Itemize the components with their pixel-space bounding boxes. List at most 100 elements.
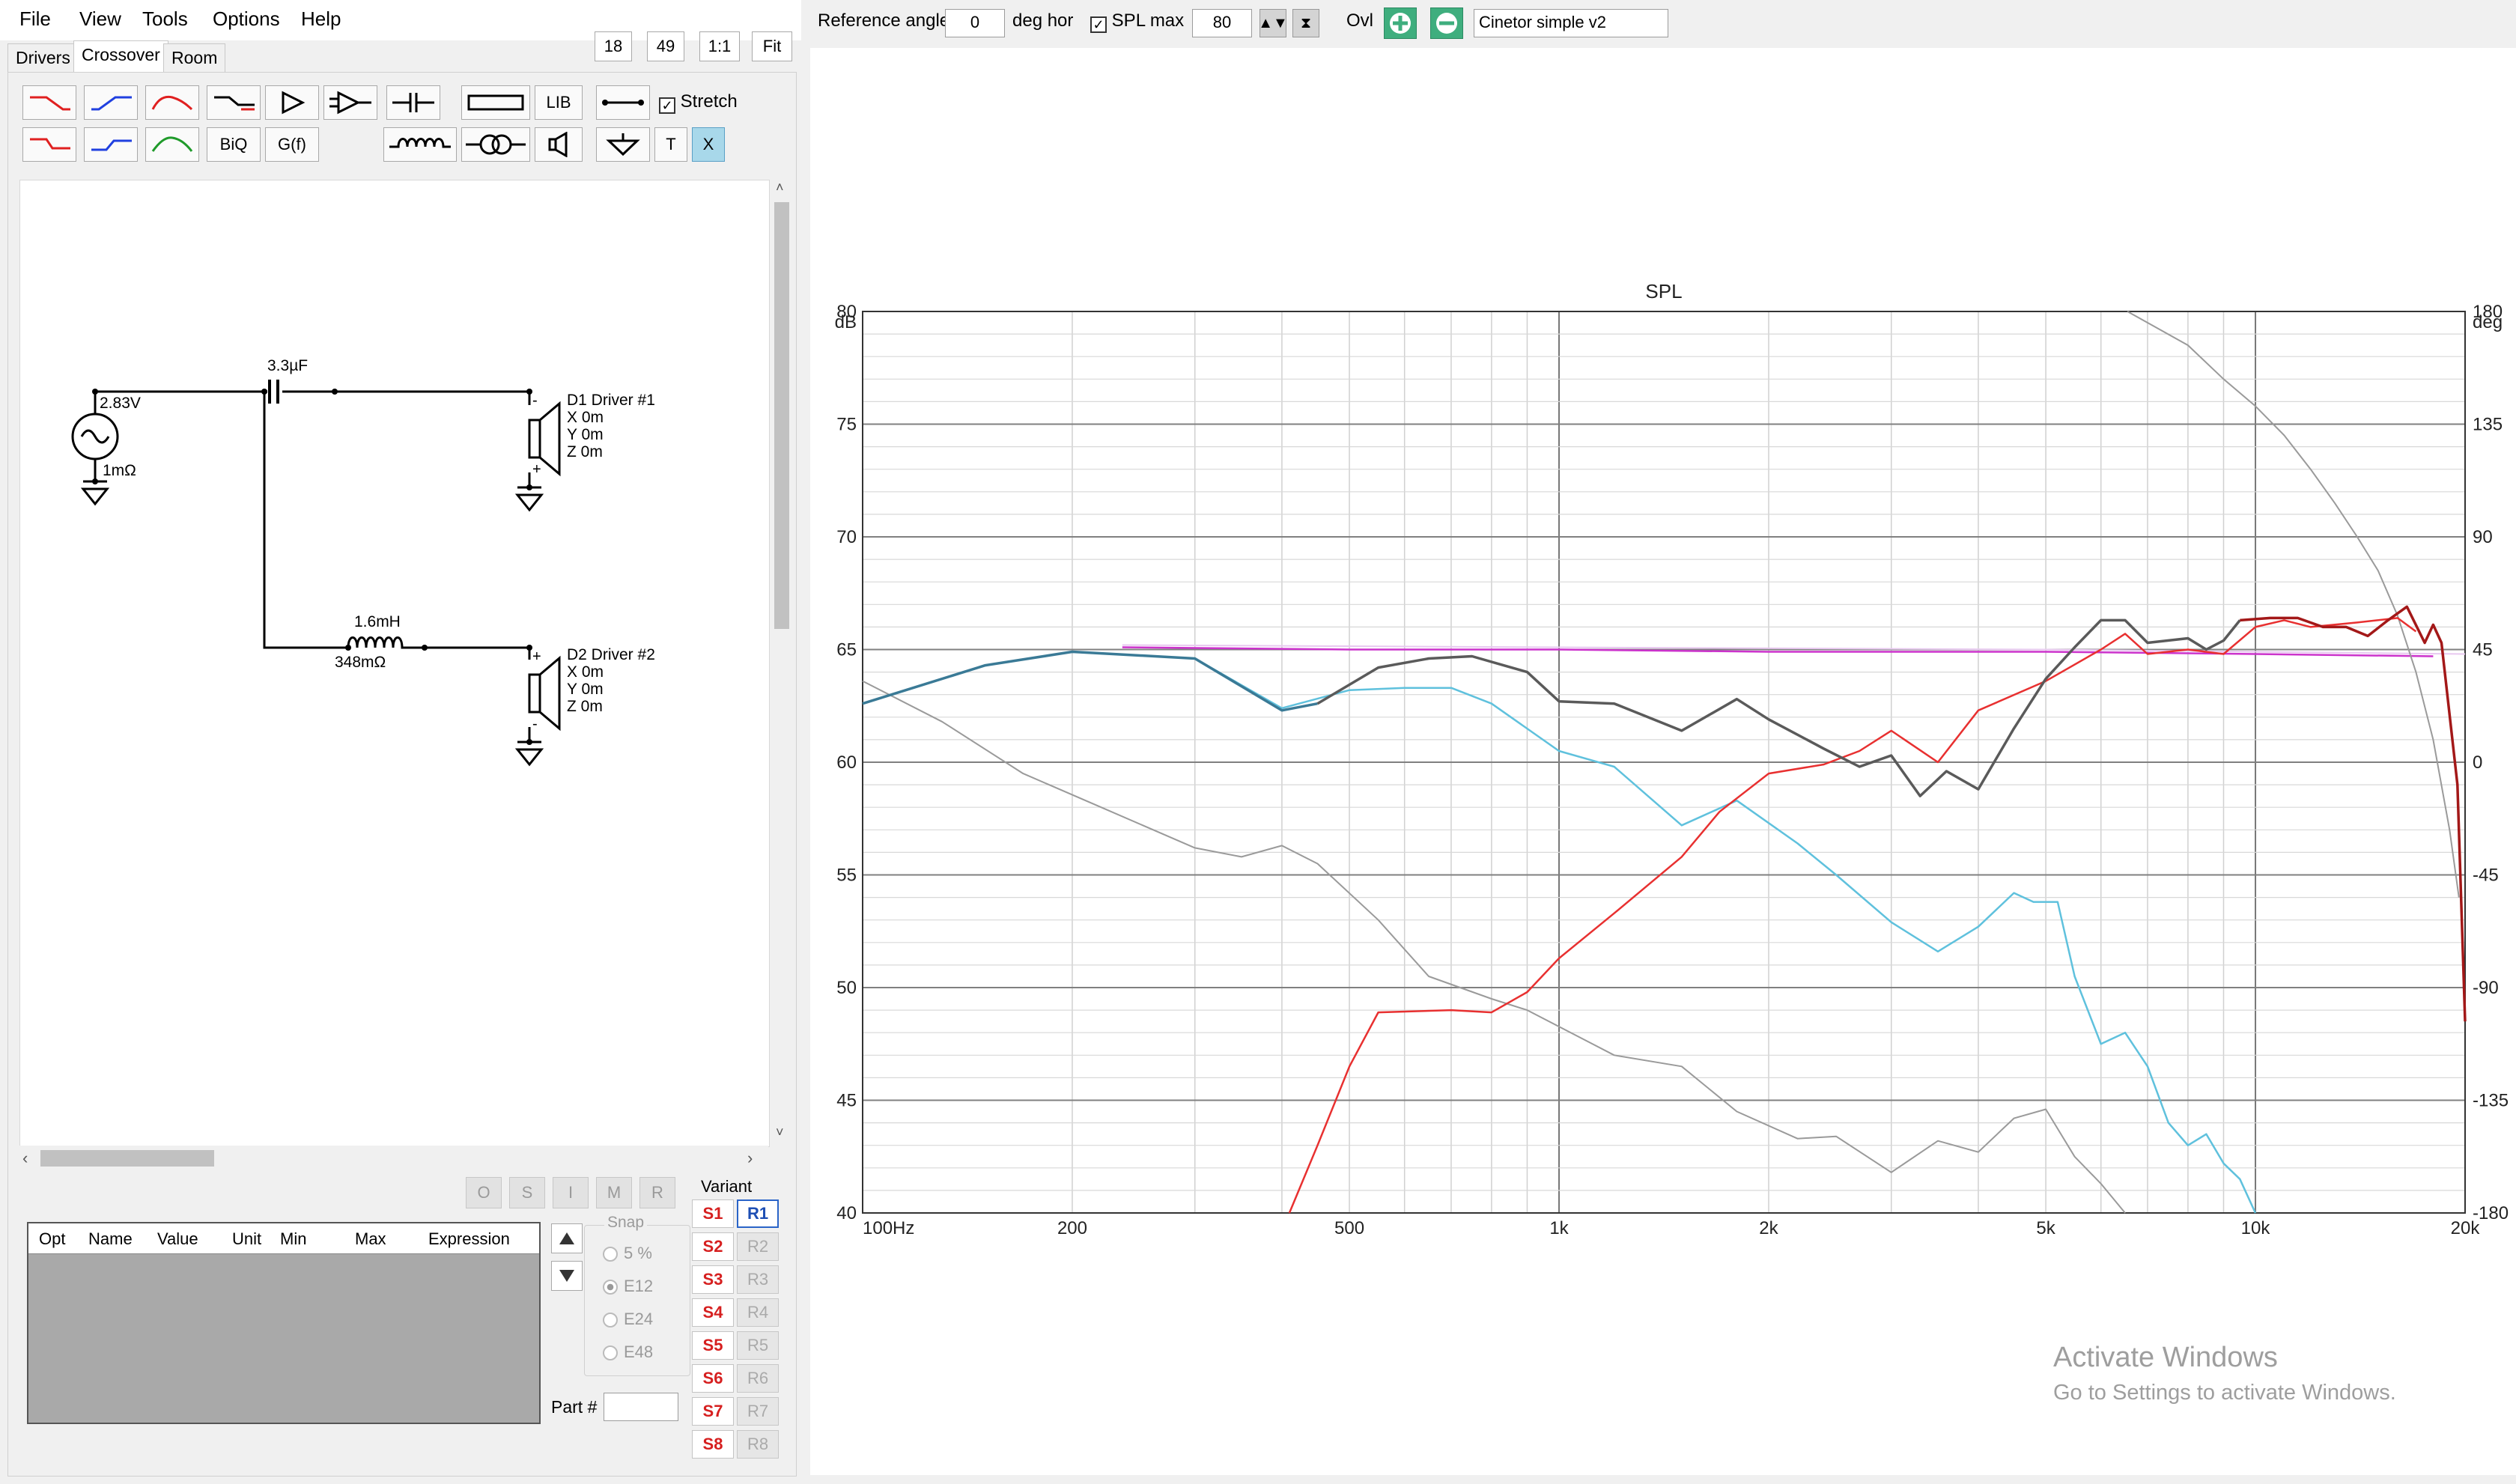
inductor-icon[interactable] (383, 127, 457, 162)
amplifier-icon[interactable] (265, 85, 319, 120)
driver1-x: X 0m (567, 409, 604, 426)
lib-button[interactable]: LIB (535, 85, 583, 120)
variant-r7[interactable]: R7 (737, 1397, 779, 1426)
bandpass-red-icon[interactable] (145, 85, 199, 120)
variant-r4[interactable]: R4 (737, 1298, 779, 1327)
watermark-subtitle: Go to Settings to activate Windows. (2053, 1381, 2396, 1405)
highpass-blue-icon[interactable] (84, 85, 138, 120)
driver2-name: D2 Driver #2 (567, 646, 655, 663)
part-number-input[interactable] (604, 1393, 678, 1421)
variant-r3[interactable]: R3 (737, 1265, 779, 1294)
inductor-value-label: 1.6mH (354, 613, 401, 630)
vertical-scroll-thumb[interactable] (774, 202, 789, 629)
remove-overlay-icon[interactable] (1430, 7, 1463, 39)
spin-updown-icon[interactable]: ▲▼ (1258, 9, 1288, 37)
project-name-input[interactable]: Cinetor simple v2 (1474, 9, 1668, 37)
horizontal-scrollbar[interactable]: ‹ › (19, 1146, 768, 1171)
capacitor-icon[interactable] (386, 85, 440, 120)
lowpass-red-2-icon[interactable] (22, 127, 76, 162)
check-icon: ✓ (1090, 16, 1107, 33)
variant-s4[interactable]: S4 (692, 1298, 734, 1327)
variant-s6[interactable]: S6 (692, 1364, 734, 1393)
lowpass-red-icon[interactable] (22, 85, 76, 120)
highpass-blue-2-icon[interactable] (84, 127, 138, 162)
spl-max-input[interactable]: 80 (1192, 9, 1252, 37)
driver1-label: D1 Driver #1 X 0m Y 0m Z 0m (567, 392, 655, 460)
y-right-tick-label: 90 (2473, 527, 2493, 547)
snap-e12-radio[interactable]: E12 (603, 1277, 653, 1296)
variant-s1[interactable]: S1 (692, 1199, 734, 1228)
shelf-black-icon[interactable] (207, 85, 261, 120)
variant-s7[interactable]: S7 (692, 1397, 734, 1426)
move-down-icon[interactable] (551, 1261, 583, 1291)
watermark-title: Activate Windows (2053, 1342, 2278, 1373)
x-button[interactable]: X (692, 127, 725, 162)
scroll-left-icon[interactable]: ‹ (22, 1149, 28, 1168)
menu-tools[interactable]: Tools (142, 7, 188, 31)
snap-e48-radio[interactable]: E48 (603, 1342, 653, 1362)
graph-area[interactable]: SPL 40 45 50 55 60 65 70 75 80 dB -180 -135 -90 -45 0 45… (810, 48, 2516, 1475)
menu-help[interactable]: Help (301, 7, 341, 31)
stretch-checkbox[interactable]: ✓ Stretch (659, 91, 738, 114)
tab-strip: Drivers Crossover Room (0, 40, 801, 73)
deg-hor-label: deg hor (1012, 10, 1074, 31)
fit-vertical-icon[interactable]: ⧗ (1292, 9, 1319, 37)
opt-s-button[interactable]: S (509, 1177, 545, 1208)
schematic-canvas[interactable]: - + + - 2.83V 1mΩ 3.3µF 1.6mH 348mΩ D1 D… (19, 180, 770, 1147)
y-tick-label: 75 (836, 415, 857, 435)
snap-e24-label: E24 (624, 1310, 654, 1328)
variant-s8[interactable]: S8 (692, 1430, 734, 1459)
radio-icon (603, 1345, 618, 1360)
biquad-button[interactable]: BiQ (207, 127, 261, 162)
variant-r6[interactable]: R6 (737, 1364, 779, 1393)
gf-button[interactable]: G(f) (265, 127, 319, 162)
opt-i-button[interactable]: I (553, 1177, 589, 1208)
spl-max-checkbox[interactable]: ✓ SPL max (1090, 10, 1184, 33)
tab-room[interactable]: Room (163, 43, 226, 72)
variant-s3[interactable]: S3 (692, 1265, 734, 1294)
snap-5pct-radio[interactable]: 5 % (603, 1244, 652, 1263)
transformer-icon[interactable] (461, 127, 530, 162)
ground-icon[interactable] (596, 127, 650, 162)
tab-drivers[interactable]: Drivers (7, 43, 79, 72)
variant-s2[interactable]: S2 (692, 1232, 734, 1261)
menu-options[interactable]: Options (213, 7, 280, 31)
opt-o-button[interactable]: O (466, 1177, 502, 1208)
menu-view[interactable]: View (79, 7, 121, 31)
snap-label: Snap (604, 1214, 648, 1232)
t-button[interactable]: T (654, 127, 687, 162)
horizontal-scroll-thumb[interactable] (40, 1150, 214, 1167)
vertical-scrollbar[interactable]: ˄ ˅ (771, 180, 792, 1146)
wire-icon[interactable] (596, 85, 650, 120)
scroll-down-icon[interactable]: ˅ (776, 1125, 784, 1140)
y-right-tick-label: 45 (2473, 640, 2493, 660)
variant-r1[interactable]: R1 (737, 1199, 779, 1228)
speaker-icon[interactable] (535, 127, 583, 162)
tab-crossover[interactable]: Crossover (73, 40, 168, 73)
parameter-table[interactable]: Opt Name Value Unit Min Max Expression (27, 1222, 541, 1424)
scroll-up-icon[interactable]: ˄ (776, 180, 784, 195)
capacitor-value-label: 3.3µF (267, 357, 309, 374)
opt-r-button[interactable]: R (639, 1177, 675, 1208)
opamp-icon[interactable] (323, 85, 377, 120)
col-name: Name (88, 1229, 133, 1248)
variant-r8[interactable]: R8 (737, 1430, 779, 1459)
add-overlay-icon[interactable] (1384, 7, 1417, 39)
resistor-icon[interactable] (461, 85, 530, 120)
stretch-label: Stretch (680, 91, 738, 112)
variant-s5[interactable]: S5 (692, 1331, 734, 1360)
scroll-right-icon[interactable]: › (747, 1149, 753, 1168)
move-up-icon[interactable] (551, 1223, 583, 1253)
snap-e24-radio[interactable]: E24 (603, 1310, 653, 1329)
radio-icon (603, 1247, 618, 1262)
opt-m-button[interactable]: M (596, 1177, 632, 1208)
y-right-tick-label: 135 (2473, 415, 2503, 435)
menu-file[interactable]: File (19, 7, 51, 31)
svg-text:-: - (532, 716, 538, 732)
reference-angle-input[interactable]: 0 (945, 9, 1005, 37)
y-right-axis-unit: deg (2473, 312, 2503, 332)
variant-r2[interactable]: R2 (737, 1232, 779, 1261)
bandpass-green-icon[interactable] (145, 127, 199, 162)
variant-r5[interactable]: R5 (737, 1331, 779, 1360)
y-right-tick-label: -90 (2473, 978, 2499, 998)
